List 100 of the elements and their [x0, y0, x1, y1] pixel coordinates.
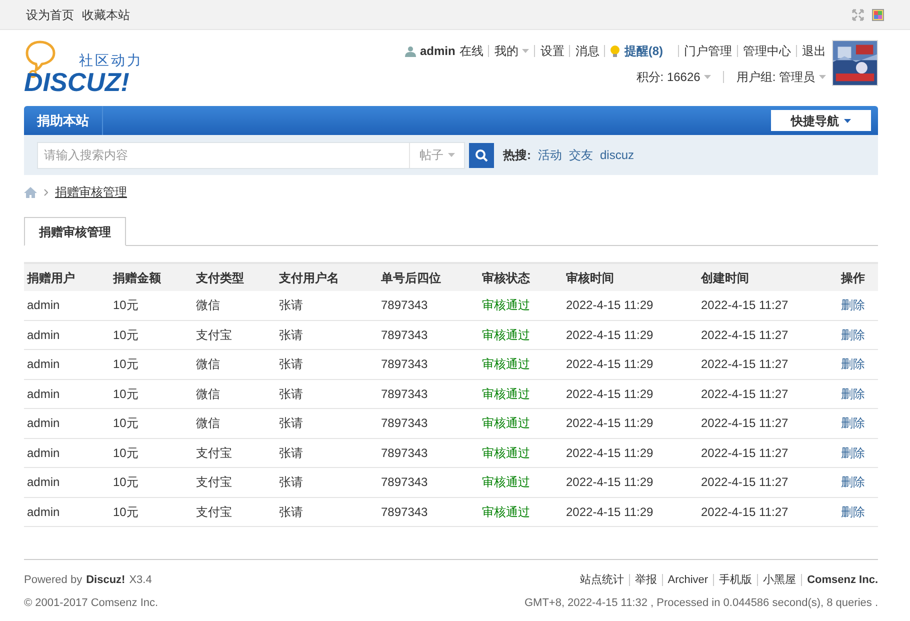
- table-cell: 支付宝: [196, 328, 232, 342]
- expand-icon[interactable]: [852, 8, 864, 20]
- table-cell: admin: [27, 475, 60, 490]
- table-cell: 审核通过: [482, 328, 530, 342]
- user-menu-link[interactable]: 我的: [494, 42, 530, 60]
- reminder-link[interactable]: 提醒(8): [624, 42, 663, 60]
- username-link[interactable]: admin: [420, 42, 456, 60]
- footer-link[interactable]: 小黑屋: [763, 572, 796, 588]
- column-header: 操作: [841, 270, 865, 284]
- table-cell: 7897343: [381, 475, 428, 490]
- table-cell: 2022-4-15 11:29: [566, 386, 654, 401]
- table-cell: 7897343: [381, 416, 428, 430]
- table-cell: 支付宝: [196, 475, 232, 490]
- table-cell: 7897343: [381, 446, 428, 460]
- table-cell: admin: [27, 416, 60, 430]
- table-cell: 10元: [113, 416, 138, 430]
- table-cell: 张请: [279, 328, 303, 342]
- table-cell: 10元: [113, 446, 138, 460]
- company-link[interactable]: Comsenz Inc.: [807, 572, 878, 588]
- column-header: 支付用户名: [279, 270, 339, 284]
- delete-link[interactable]: 删除: [841, 475, 865, 490]
- table-cell: 审核通过: [482, 298, 530, 312]
- admin-link[interactable]: 退出: [802, 42, 826, 60]
- hot-search-link[interactable]: discuz: [600, 146, 634, 164]
- table-cell: 7897343: [381, 504, 428, 519]
- brand-link[interactable]: Discuz!: [86, 572, 126, 588]
- home-icon[interactable]: [24, 186, 37, 198]
- table-cell: 2022-4-15 11:27: [701, 446, 788, 460]
- table-cell: 7897343: [381, 298, 428, 312]
- admin-link[interactable]: 门户管理: [684, 42, 732, 60]
- footer-link[interactable]: 站点统计: [580, 572, 624, 588]
- delete-link[interactable]: 删除: [841, 504, 865, 519]
- footer-link[interactable]: 举报: [634, 572, 657, 588]
- chevron-icon: [44, 188, 48, 196]
- delete-link[interactable]: 删除: [841, 357, 865, 372]
- table-cell: 张请: [279, 416, 303, 430]
- hot-search-link[interactable]: 交友: [569, 146, 593, 164]
- table-cell: 微信: [196, 386, 220, 401]
- table-cell: 10元: [113, 475, 138, 490]
- table-cell: 微信: [196, 357, 220, 372]
- table-cell: 7897343: [381, 386, 428, 401]
- delete-link[interactable]: 删除: [841, 328, 865, 342]
- logo-wordmark: DISCUZ!: [24, 68, 130, 96]
- top-link[interactable]: 收藏本站: [82, 6, 130, 24]
- column-header: 创建时间: [701, 270, 749, 284]
- quick-nav-button[interactable]: 快捷导航: [771, 110, 871, 131]
- delete-link[interactable]: 删除: [841, 298, 865, 312]
- column-header: 捐赠用户: [27, 270, 75, 284]
- column-header: 捐赠金额: [113, 270, 161, 284]
- delete-link[interactable]: 删除: [841, 446, 865, 460]
- table-cell: 7897343: [381, 357, 428, 372]
- table-cell: 审核通过: [482, 386, 530, 401]
- copyright-text: © 2001-2017 Comsenz Inc.: [24, 596, 158, 610]
- user-group-link[interactable]: 用户组: 管理员: [736, 68, 826, 86]
- search-button[interactable]: [469, 142, 494, 168]
- bulb-icon: [610, 44, 620, 58]
- table-cell: 张请: [279, 446, 303, 460]
- table-cell: admin: [27, 386, 60, 401]
- table-cell: 2022-4-15 11:27: [701, 416, 788, 430]
- table-cell: 7897343: [381, 328, 428, 342]
- table-cell: 2022-4-15 11:29: [566, 475, 654, 490]
- table-cell: 张请: [279, 357, 303, 372]
- table-cell: 审核通过: [482, 475, 530, 490]
- table-cell: 10元: [113, 298, 138, 312]
- table-cell: 2022-4-15 11:29: [566, 446, 654, 460]
- hot-search-label: 热搜:: [503, 147, 531, 164]
- table-cell: 10元: [113, 386, 138, 401]
- table-cell: 支付宝: [196, 504, 232, 519]
- points-link[interactable]: 积分: 16626: [636, 68, 712, 86]
- delete-link[interactable]: 删除: [841, 386, 865, 401]
- table-cell: 2022-4-15 11:27: [701, 475, 788, 490]
- powered-by-text: Powered by: [24, 573, 82, 588]
- table-cell: 2022-4-15 11:29: [566, 298, 654, 312]
- footer-link[interactable]: 手机版: [719, 572, 752, 588]
- table-cell: 10元: [113, 504, 138, 519]
- logo-slogan: 社区动力: [79, 51, 143, 70]
- top-link[interactable]: 设为首页: [26, 6, 74, 24]
- user-menu-link[interactable]: 设置: [540, 42, 564, 60]
- table-cell: 张请: [279, 475, 303, 490]
- footer-link[interactable]: Archiver: [668, 572, 708, 588]
- column-header: 单号后四位: [381, 270, 441, 284]
- caret-icon: [844, 118, 851, 122]
- table-cell: 支付宝: [196, 446, 232, 460]
- user-icon: [404, 46, 416, 56]
- caret-icon: [704, 75, 712, 79]
- table-cell: admin: [27, 298, 60, 312]
- breadcrumb-link[interactable]: 捐赠审核管理: [55, 183, 127, 201]
- tab[interactable]: 捐赠审核管理: [24, 217, 126, 246]
- user-menu-link[interactable]: 消息: [575, 42, 600, 60]
- admin-link[interactable]: 管理中心: [743, 42, 791, 60]
- table-cell: 审核通过: [482, 416, 530, 430]
- hot-search-link[interactable]: 活动: [538, 146, 562, 164]
- table-cell: 微信: [196, 416, 220, 430]
- table-cell: 2022-4-15 11:27: [701, 386, 788, 401]
- table-cell: admin: [27, 504, 60, 519]
- stats-text: GMT+8, 2022-4-15 11:32 , Processed in 0.044586 second(s), 8 queries .: [524, 596, 878, 610]
- table-cell: 微信: [196, 298, 220, 312]
- palette-icon[interactable]: [872, 8, 884, 20]
- table-cell: 2022-4-15 11:29: [566, 416, 654, 430]
- delete-link[interactable]: 删除: [841, 416, 865, 430]
